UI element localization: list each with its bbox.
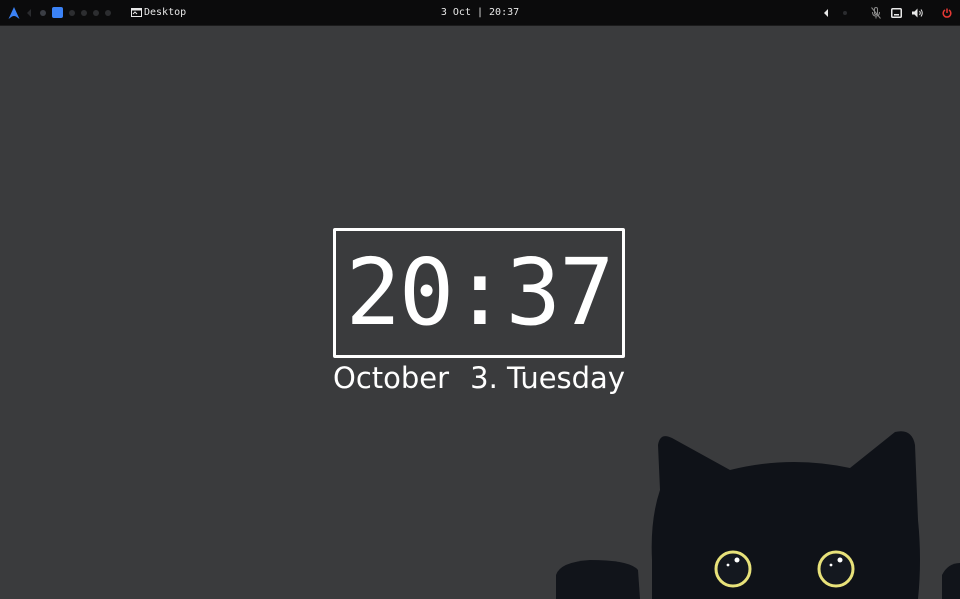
tray-volume[interactable] xyxy=(912,8,924,18)
workspace-2-active[interactable] xyxy=(52,7,63,18)
workspace-1[interactable] xyxy=(40,9,46,16)
power-icon xyxy=(942,8,952,18)
screen-icon xyxy=(891,7,902,18)
volume-icon xyxy=(912,8,923,17)
clock-date: October 3. Tuesday xyxy=(333,360,625,396)
workspace-5[interactable] xyxy=(93,9,99,16)
workspace-6[interactable] xyxy=(105,9,111,16)
window-title-label: Desktop xyxy=(144,7,187,18)
clock-day: 3. Tuesday xyxy=(470,361,625,395)
top-panel: Desktop 3 Oct | 20:37 xyxy=(0,0,960,26)
chevron-left-icon xyxy=(824,8,828,17)
chevron-left-icon[interactable] xyxy=(26,8,32,17)
microphone-muted-icon xyxy=(871,6,881,19)
clock-widget: 20:37 xyxy=(333,228,625,358)
active-window[interactable]: Desktop xyxy=(131,7,186,18)
arch-logo-icon[interactable] xyxy=(8,6,20,19)
system-tray xyxy=(813,0,952,25)
clock-time: 20:37 xyxy=(345,239,615,346)
tray-screen[interactable] xyxy=(891,7,902,18)
panel-clock[interactable]: 3 Oct | 20:37 xyxy=(441,7,519,18)
workspace-3[interactable] xyxy=(69,9,75,16)
clock-month: October xyxy=(333,361,450,395)
tray-expand[interactable] xyxy=(823,8,829,17)
workspace-4[interactable] xyxy=(81,9,87,16)
tray-dot xyxy=(843,10,847,15)
panel-left: Desktop xyxy=(8,0,186,25)
window-icon xyxy=(131,8,142,17)
tray-mic[interactable] xyxy=(871,6,881,19)
desktop[interactable]: Desktop 3 Oct | 20:37 20:37 October 3. T… xyxy=(0,0,960,599)
tray-power[interactable] xyxy=(942,8,952,18)
